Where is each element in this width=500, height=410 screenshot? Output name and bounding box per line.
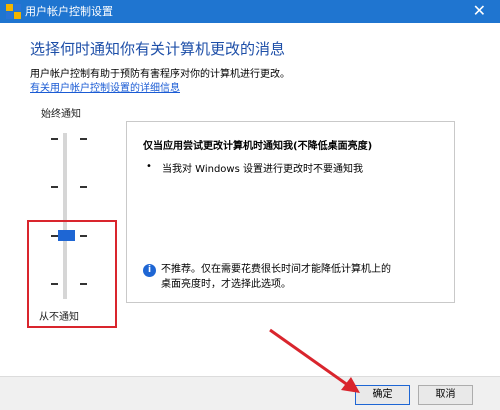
ok-button[interactable]: 确定: [355, 385, 410, 405]
uac-shield-icon: [6, 4, 21, 19]
learn-more-link[interactable]: 有关用户帐户控制设置的详细信息: [30, 79, 180, 94]
slider-tick-1-right: [80, 138, 87, 140]
slider-tick-2-left: [51, 186, 58, 188]
slider-tick-2-right: [80, 186, 87, 188]
info-panel-title: 仅当应用尝试更改计算机时通知我(不降低桌面亮度): [143, 141, 373, 152]
button-bar: 确定 取消: [0, 376, 500, 410]
slider-label-always-notify: 始终通知: [41, 109, 81, 120]
annotation-highlight-box: [27, 220, 117, 328]
title-bar: 用户帐户控制设置 ✕: [0, 0, 500, 23]
close-button[interactable]: ✕: [473, 1, 486, 21]
bullet-dot: •: [146, 161, 152, 172]
info-note-text: 不推荐。仅在需要花费很长时间才能降低计算机上的桌面亮度时，才选择此选项。: [161, 264, 391, 290]
slider-tick-1-left: [51, 138, 58, 140]
info-icon: i: [143, 264, 156, 277]
info-panel: 仅当应用尝试更改计算机时通知我(不降低桌面亮度) • 当我对 Windows 设…: [126, 121, 455, 303]
page-heading: 选择何时通知你有关计算机更改的消息: [30, 40, 286, 58]
window-title: 用户帐户控制设置: [25, 5, 113, 18]
info-bullet-text: 当我对 Windows 设置进行更改时不要通知我: [162, 164, 363, 175]
content-area: 选择何时通知你有关计算机更改的消息 用户帐户控制有助于预防有害程序对你的计算机进…: [0, 23, 500, 376]
cancel-button[interactable]: 取消: [418, 385, 473, 405]
description-text: 用户帐户控制有助于预防有害程序对你的计算机进行更改。: [30, 69, 290, 80]
